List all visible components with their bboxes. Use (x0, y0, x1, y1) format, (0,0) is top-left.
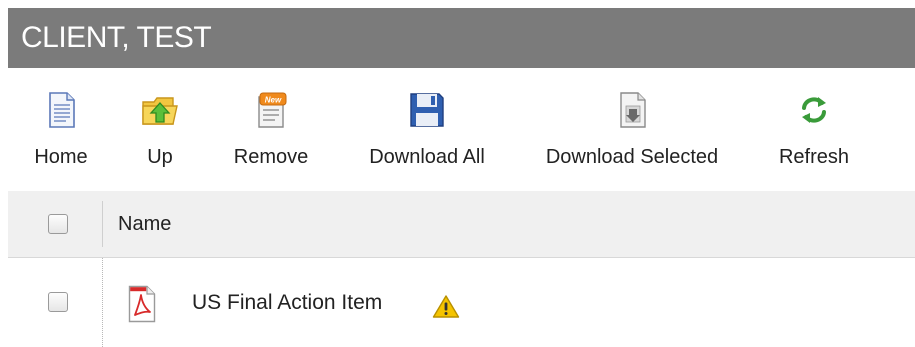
download-selected-button[interactable]: Download Selected (534, 68, 730, 191)
download-selected-label: Download Selected (545, 146, 719, 168)
warning-icon (432, 295, 460, 318)
column-divider (102, 201, 103, 247)
up-label: Up (147, 146, 173, 168)
window-title: CLIENT, TEST (21, 21, 212, 54)
remove-new-icon: New (258, 92, 287, 128)
grid-header: Name (8, 191, 915, 258)
toolbar: Home Up New Remove Download All Download… (8, 68, 915, 192)
up-button[interactable]: Up (128, 68, 192, 191)
download-all-button[interactable]: Download All (358, 68, 496, 191)
column-header-name[interactable]: Name (118, 191, 171, 257)
select-all-checkbox[interactable] (48, 214, 68, 234)
refresh-button[interactable]: Refresh (768, 68, 860, 191)
svg-text:New: New (265, 96, 282, 105)
row-column-divider (102, 258, 103, 347)
remove-button[interactable]: New Remove (226, 68, 316, 191)
table-row[interactable]: US Final Action Item (8, 258, 915, 347)
pdf-icon (128, 285, 156, 323)
refresh-icon (802, 97, 826, 123)
row-checkbox[interactable] (48, 292, 68, 312)
refresh-label: Refresh (778, 146, 850, 168)
home-document-icon (49, 92, 75, 128)
home-label: Home (34, 146, 88, 168)
up-folder-icon (142, 97, 178, 125)
remove-label: Remove (233, 146, 309, 168)
download-all-label: Download All (369, 146, 485, 168)
download-document-icon (620, 92, 646, 128)
home-button[interactable]: Home (28, 68, 94, 191)
window-title-bar: CLIENT, TEST (8, 8, 915, 68)
file-name[interactable]: US Final Action Item (192, 291, 382, 315)
floppy-disk-icon (410, 93, 444, 127)
